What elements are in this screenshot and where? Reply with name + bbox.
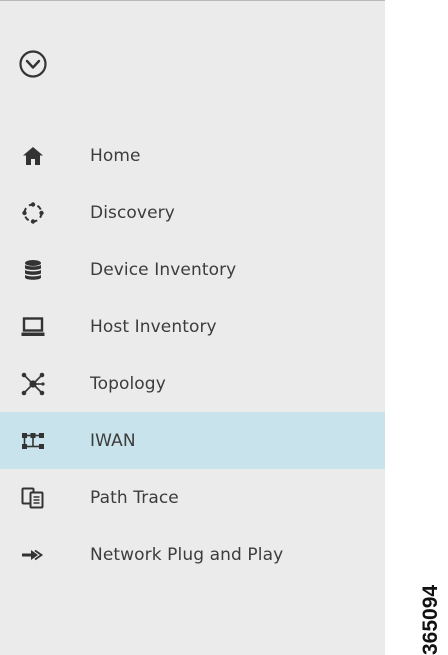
sidebar-item-label: Discovery xyxy=(90,202,175,223)
sidebar-item-topology[interactable]: Topology xyxy=(0,355,385,412)
sidebar-item-label: Path Trace xyxy=(90,487,179,508)
sidebar-item-label: Device Inventory xyxy=(90,259,237,280)
discovery-icon xyxy=(20,201,46,225)
sidebar-item-home[interactable]: Home xyxy=(0,127,385,184)
plug-and-play-icon xyxy=(20,543,46,567)
laptop-icon xyxy=(20,315,46,339)
sidebar-item-label: Topology xyxy=(90,373,166,394)
sidebar-item-label: Host Inventory xyxy=(90,316,217,337)
sidebar-item-host-inventory[interactable]: Host Inventory xyxy=(0,298,385,355)
nav-list: Home Discovery Device Inventory Host Inv… xyxy=(0,127,385,583)
topology-icon xyxy=(20,372,46,396)
chevron-circle-down-icon[interactable] xyxy=(18,49,48,79)
home-icon xyxy=(20,144,46,168)
sidebar-item-iwan[interactable]: IWAN xyxy=(0,412,385,469)
sidebar-item-label: Network Plug and Play xyxy=(90,544,284,565)
sidebar-item-device-inventory[interactable]: Device Inventory xyxy=(0,241,385,298)
sidebar-item-network-plug-and-play[interactable]: Network Plug and Play xyxy=(0,526,385,583)
sidebar-item-discovery[interactable]: Discovery xyxy=(0,184,385,241)
sidebar-item-label: IWAN xyxy=(90,430,136,451)
sidebar-nav: Home Discovery Device Inventory Host Inv… xyxy=(0,0,385,655)
path-trace-icon xyxy=(20,486,46,510)
database-icon xyxy=(20,258,46,282)
figure-id-label: 365094 xyxy=(419,584,442,655)
sidebar-item-path-trace[interactable]: Path Trace xyxy=(0,469,385,526)
iwan-icon xyxy=(20,429,46,453)
sidebar-item-label: Home xyxy=(90,145,141,166)
